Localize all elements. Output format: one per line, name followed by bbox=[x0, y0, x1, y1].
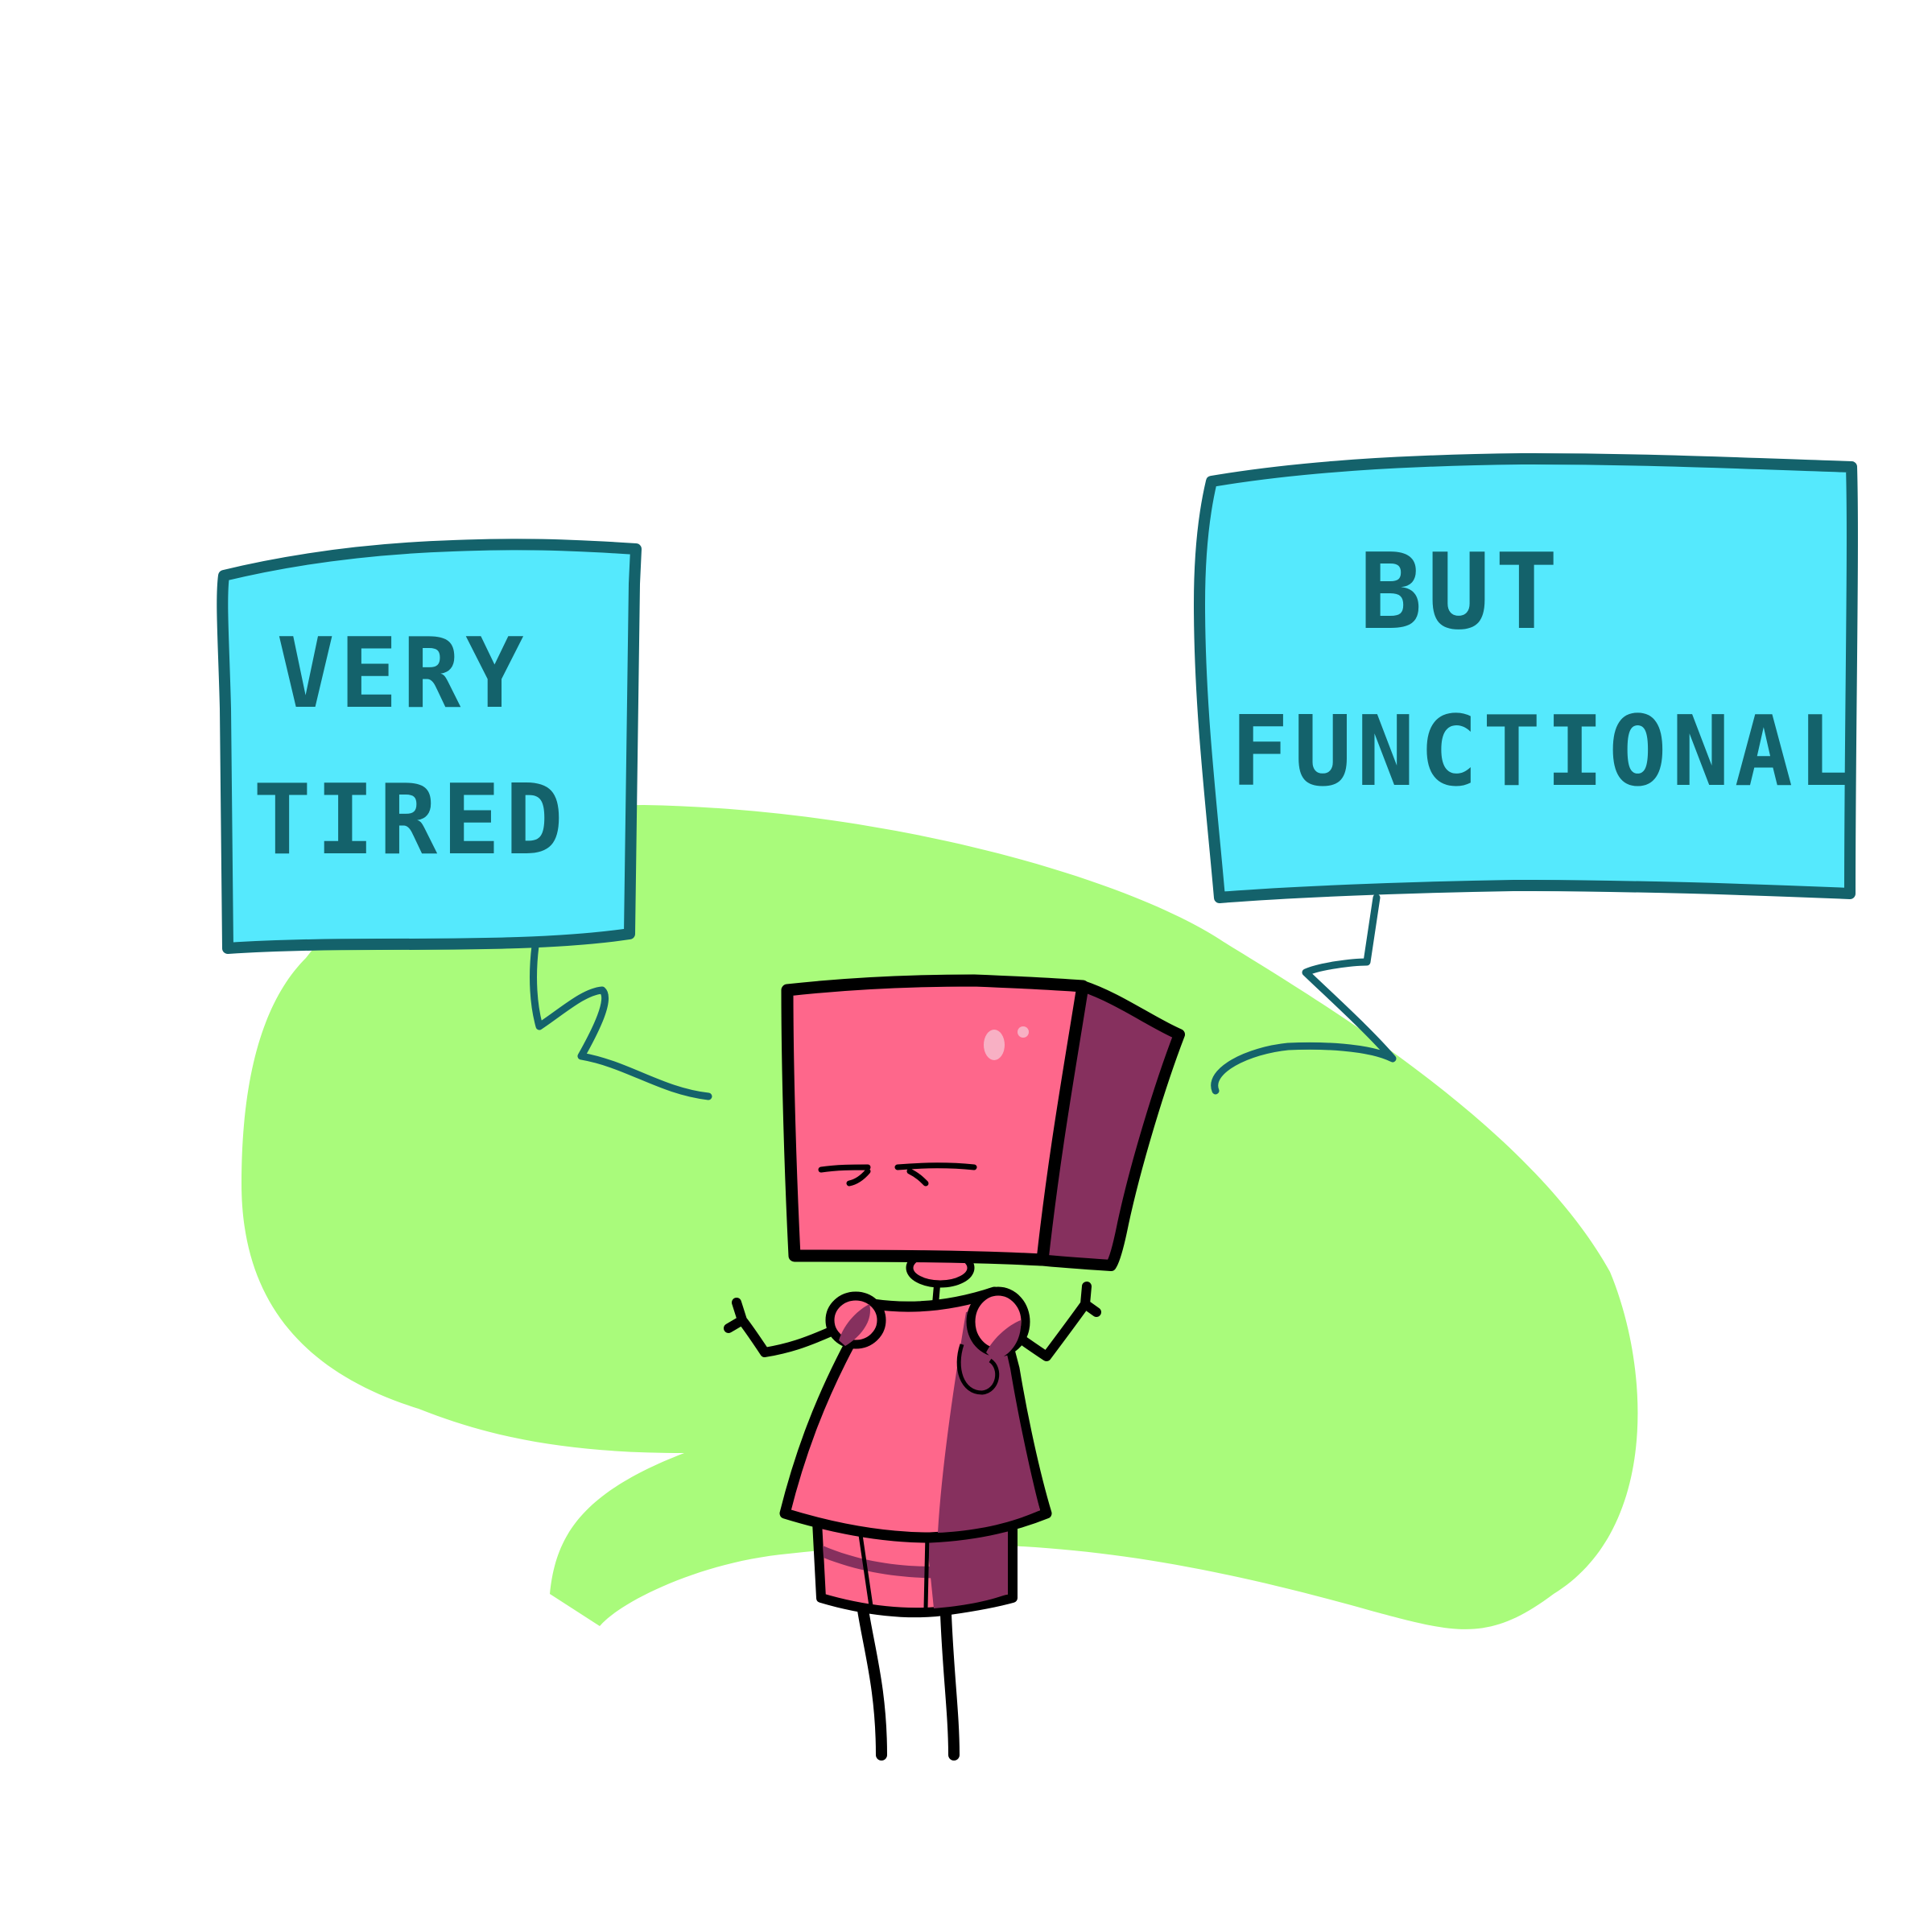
robot-right-leg bbox=[940, 1608, 960, 1761]
left-bubble-box bbox=[217, 539, 642, 954]
robot-head-front bbox=[781, 974, 1089, 1266]
robot-shorts-seam-right bbox=[923, 1533, 930, 1609]
right-bubble-box bbox=[1194, 453, 1858, 903]
illustration-canvas: VERY TIRED BUT FUNCTIONAL bbox=[217, 453, 1860, 1761]
right-bubble-line2: FUNCTIONAL bbox=[1231, 696, 1860, 808]
left-bubble-line2: TIRED bbox=[253, 765, 568, 877]
robot-left-leg bbox=[857, 1604, 887, 1761]
robot-head-highlight-large bbox=[984, 1030, 1005, 1060]
robot-head-highlight-small bbox=[1018, 1026, 1029, 1038]
left-bubble-line1: VERY bbox=[277, 618, 529, 730]
right-bubble-line1: BUT bbox=[1360, 530, 1563, 653]
